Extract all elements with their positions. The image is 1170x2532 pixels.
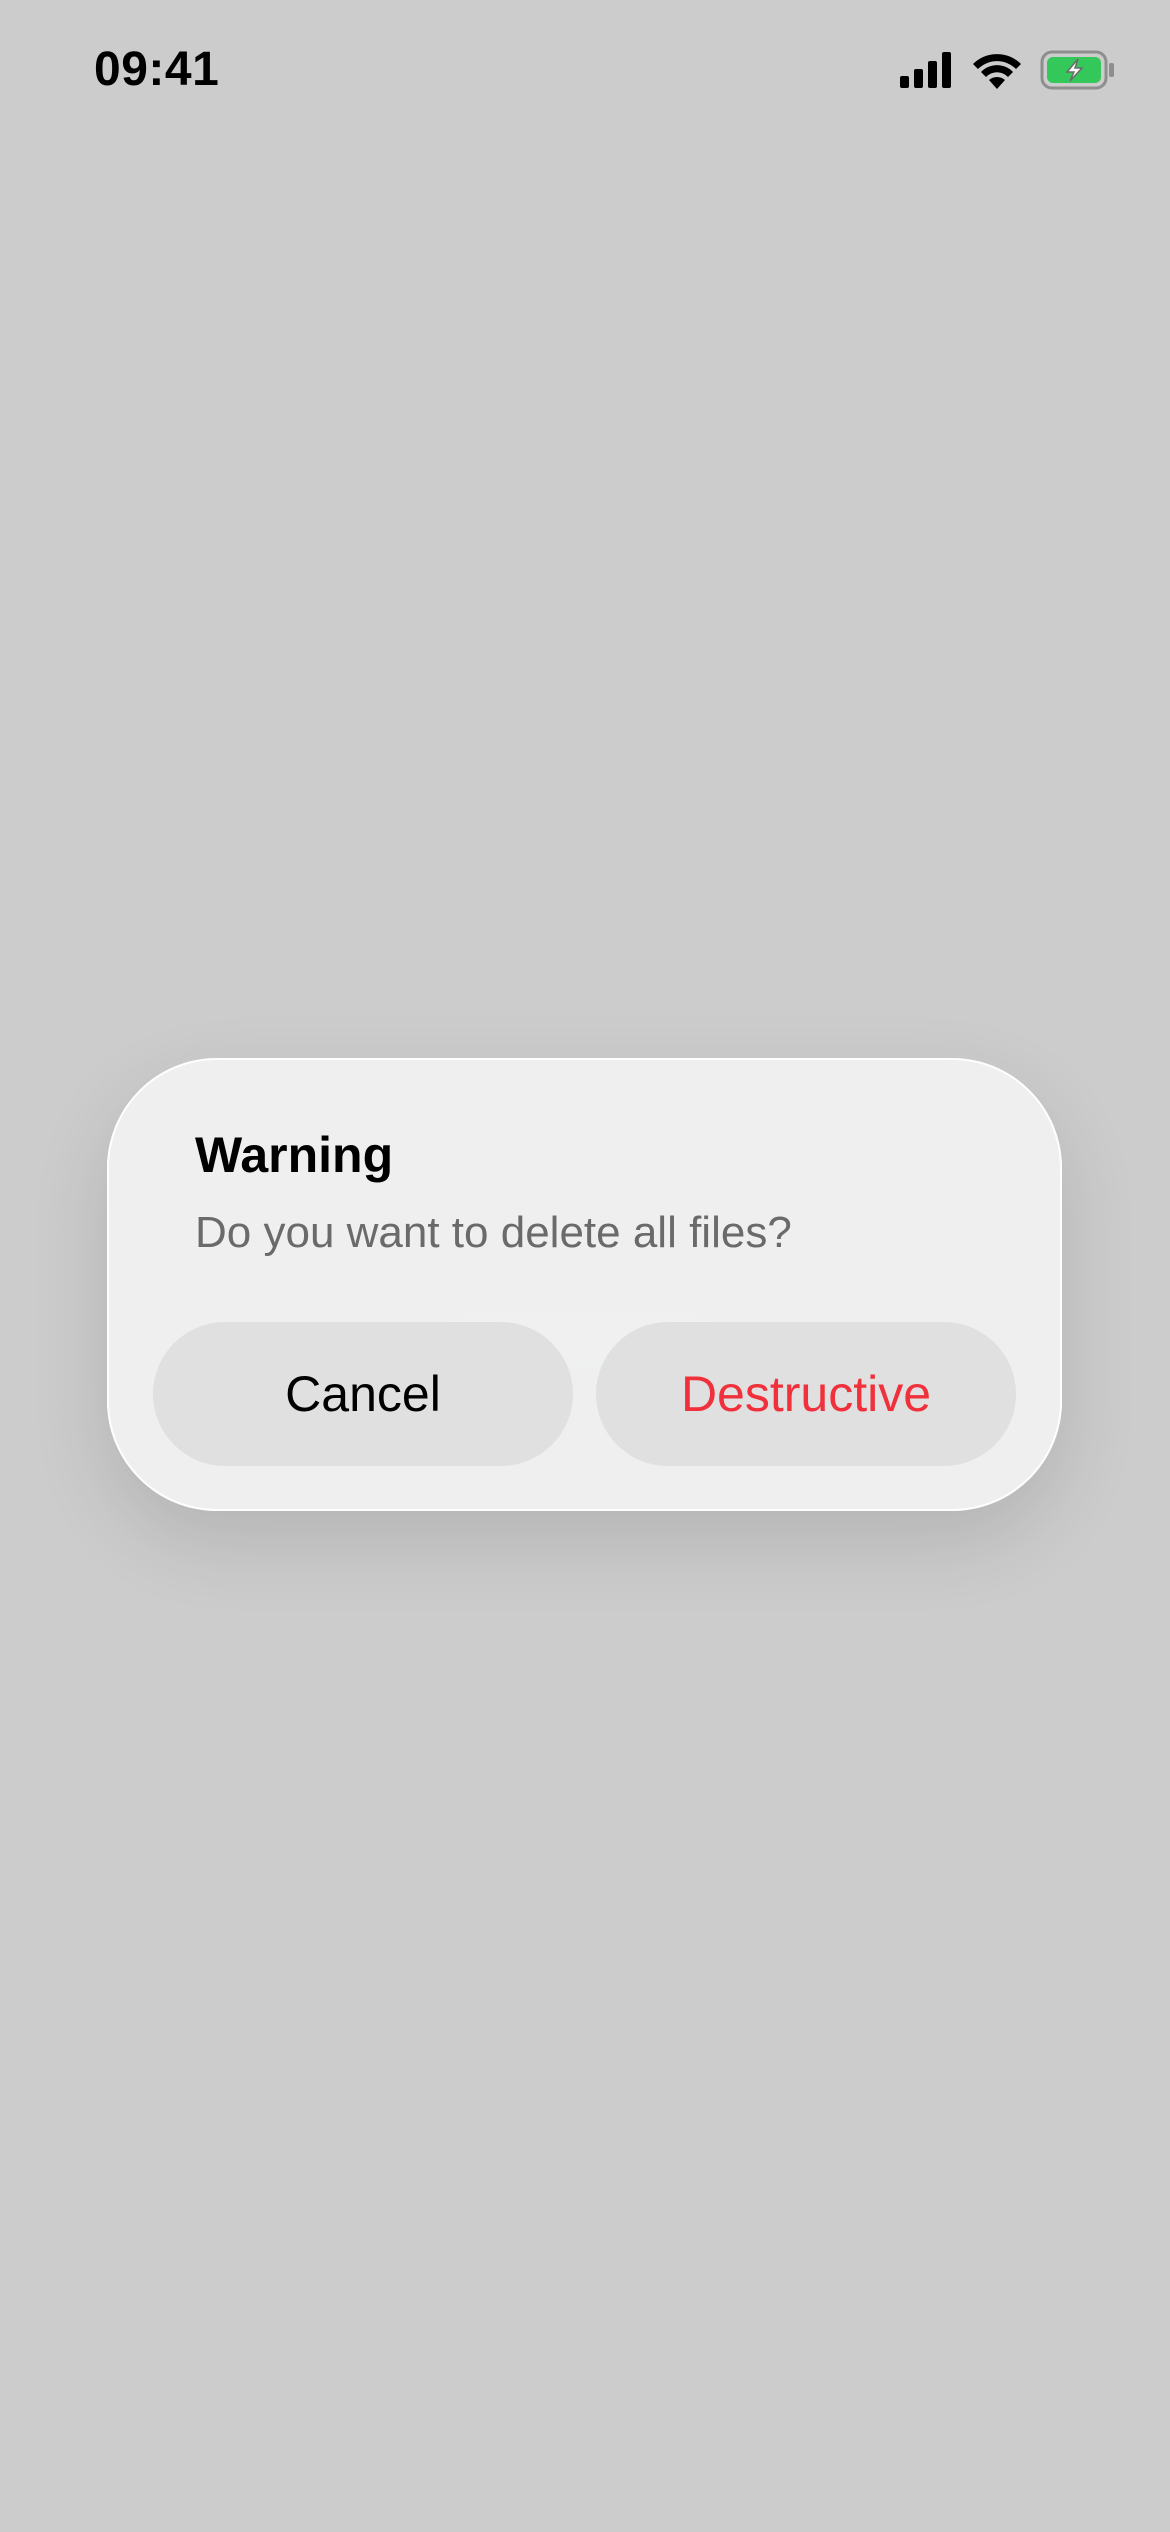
cancel-button[interactable]: Cancel <box>153 1322 573 1466</box>
alert-message: Do you want to delete all files? <box>195 1208 792 1257</box>
alert-dialog: Warning Do you want to delete all files?… <box>107 1058 1062 1511</box>
status-icons <box>900 50 1116 90</box>
cellular-signal-icon <box>900 52 951 88</box>
status-time: 09:41 <box>94 43 220 96</box>
alert-title: Warning <box>195 1127 394 1183</box>
status-bar: 09:41 <box>0 0 1170 150</box>
destructive-button[interactable]: Destructive <box>596 1322 1016 1466</box>
wifi-icon <box>973 54 1021 89</box>
battery-charging-icon <box>1040 50 1114 90</box>
